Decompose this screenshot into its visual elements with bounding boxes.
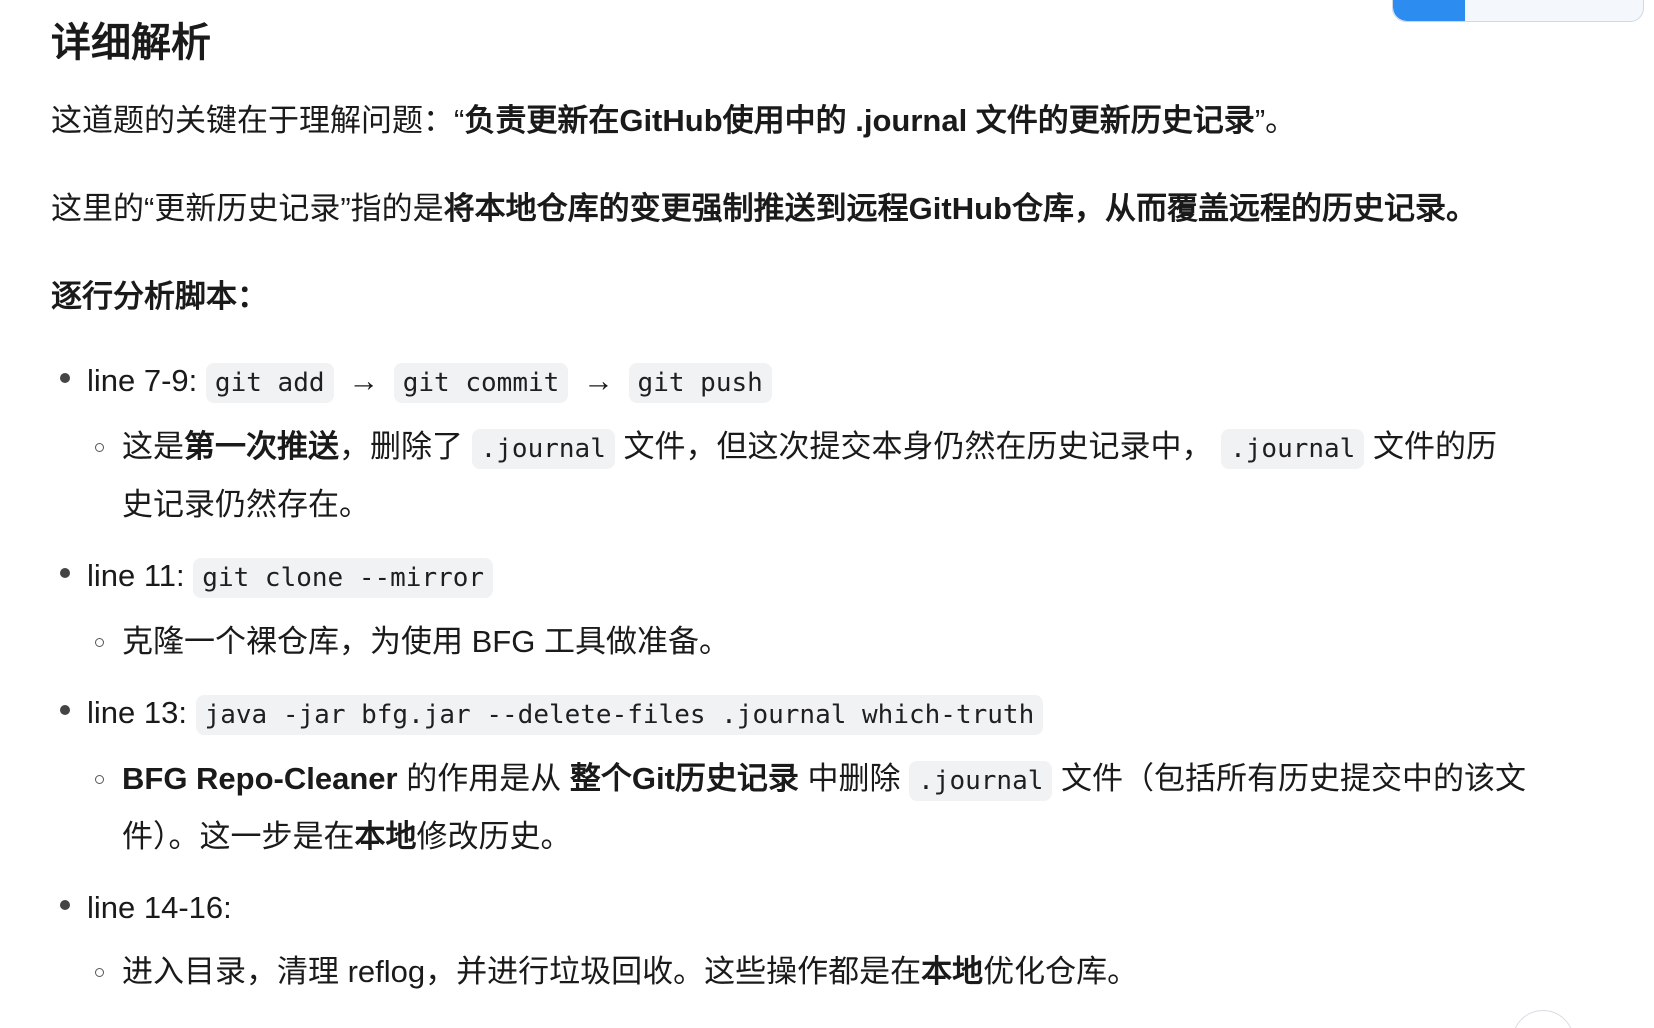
inline-code: java -jar bfg.jar --delete-files .journa…: [195, 695, 1044, 735]
inline-code: git push: [628, 363, 772, 403]
section-heading: 详细解析: [51, 21, 211, 65]
inline-code: .journal: [909, 761, 1053, 801]
emphasis-text: 负责更新在GitHub使用中的 .journal 文件的更新历史记录: [464, 103, 1255, 138]
inline-code: .journal: [471, 429, 615, 469]
list-item: line 11: git clone --mirror 克隆一个裸仓库，为使用 …: [51, 546, 1571, 669]
list-item: line 14-16: 进入目录，清理 reflog，并进行垃圾回收。这些操作都…: [51, 878, 1571, 999]
inline-code: .journal: [1221, 429, 1365, 469]
inline-code: git clone --mirror: [193, 558, 494, 598]
explanation-paragraph: 这里的“更新历史记录”指的是将本地仓库的变更强制推送到远程GitHub仓库，从而…: [51, 191, 1477, 226]
sub-list: 进入目录，清理 reflog，并进行垃圾回收。这些操作都是在本地优化仓库。: [87, 944, 1571, 999]
line-label: line 14-16:: [87, 890, 232, 925]
inline-code: git commit: [393, 363, 569, 403]
sub-list: BFG Repo-Cleaner 的作用是从 整个Git历史记录 中删除 .jo…: [87, 751, 1571, 864]
sub-list: 克隆一个裸仓库，为使用 BFG 工具做准备。: [87, 614, 1571, 669]
line-label: line 11:: [87, 558, 185, 593]
list-item: line 13: java -jar bfg.jar --delete-file…: [51, 683, 1571, 864]
subsection-title: 逐行分析脚本：: [51, 279, 268, 314]
answer-content: 详细解析 这道题的关键在于理解问题：“负责更新在GitHub使用中的 .jour…: [51, 10, 1571, 1013]
line-label: line 7-9:: [87, 363, 198, 398]
emphasis-text: 将本地仓库的变更强制推送到远程GitHub仓库，从而覆盖远程的历史记录。: [443, 191, 1477, 226]
inline-code: git add: [205, 363, 334, 403]
list-item: line 7-9: git add → git commit → git pus…: [51, 351, 1571, 532]
sub-list-item: 克隆一个裸仓库，为使用 BFG 工具做准备。: [87, 614, 1527, 669]
sub-list-item: 这是第一次推送，删除了 .journal 文件，但这次提交本身仍然在历史记录中，…: [87, 419, 1527, 532]
arrow-icon: →: [582, 363, 614, 398]
intro-paragraph: 这道题的关键在于理解问题：“负责更新在GitHub使用中的 .journal 文…: [51, 103, 1297, 138]
line-label: line 13:: [87, 695, 187, 730]
arrow-icon: →: [348, 363, 380, 398]
sub-list-item: 进入目录，清理 reflog，并进行垃圾回收。这些操作都是在本地优化仓库。: [87, 944, 1527, 999]
sub-list-item: BFG Repo-Cleaner 的作用是从 整个Git历史记录 中删除 .jo…: [87, 751, 1527, 864]
sub-list: 这是第一次推送，删除了 .journal 文件，但这次提交本身仍然在历史记录中，…: [87, 419, 1571, 532]
script-analysis-list: line 7-9: git add → git commit → git pus…: [51, 351, 1571, 999]
